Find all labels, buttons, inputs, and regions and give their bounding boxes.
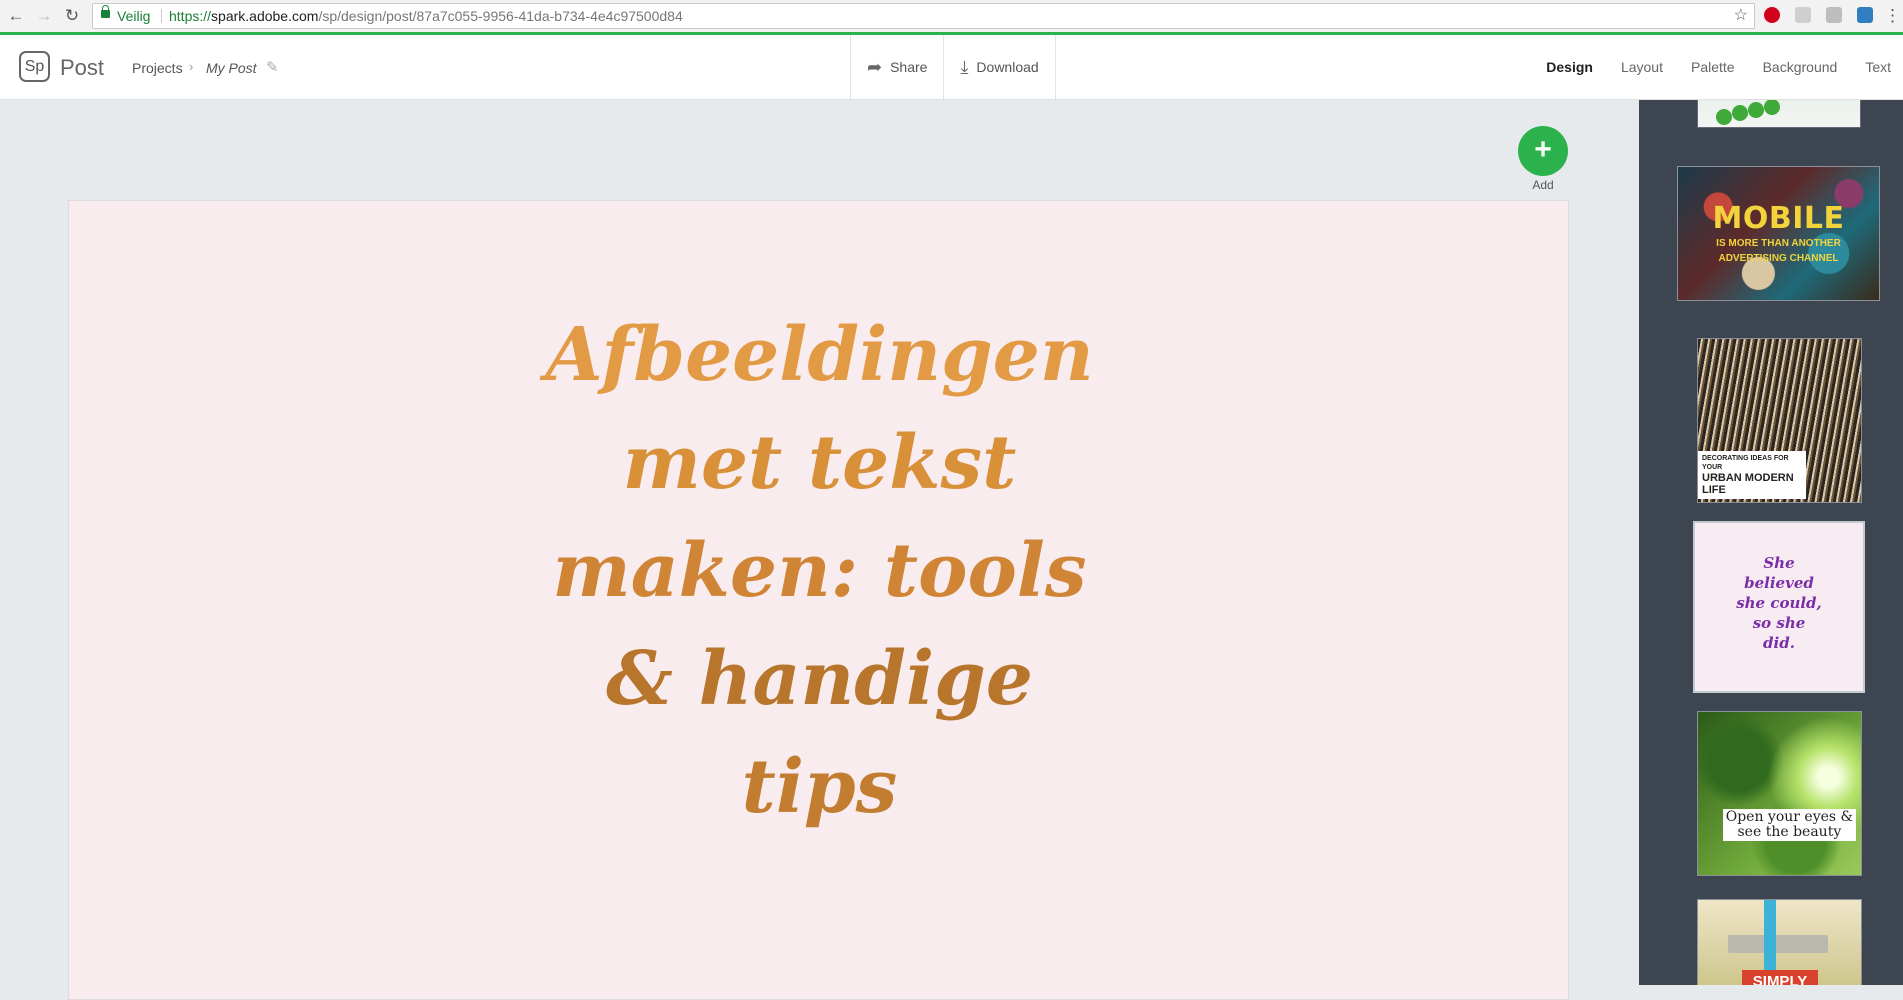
template-caption: Open your eyes & see the beauty — [1722, 809, 1856, 841]
template-title: MOBILE — [1712, 201, 1845, 236]
template-line: did. — [1763, 634, 1795, 652]
template-thumbnail-urban[interactable]: DECORATING IDEAS FOR YOUR URBAN MODERN L… — [1697, 338, 1862, 503]
download-label: Download — [976, 59, 1039, 75]
headline-line: met tekst — [622, 420, 1017, 506]
template-line: She — [1763, 554, 1795, 572]
address-separator — [161, 9, 162, 23]
extension-icon[interactable] — [1857, 7, 1873, 23]
product-name: Post — [60, 55, 105, 80]
chevron-right-icon: › — [189, 59, 194, 74]
headline-line: Afbeeldingen — [545, 312, 1094, 398]
document-title[interactable]: My Post — [206, 60, 257, 76]
tab-background[interactable]: Background — [1763, 59, 1838, 75]
design-tabs: Design Layout Palette Background Text — [1518, 35, 1903, 99]
template-thumbnail-quote-selected[interactable]: She believed she could, so she did. — [1693, 521, 1865, 693]
template-line: she could, — [1736, 594, 1822, 612]
tab-palette[interactable]: Palette — [1691, 59, 1735, 75]
breadcrumb-projects[interactable]: Projects — [132, 60, 183, 76]
template-line: DECORATING IDEAS FOR YOUR — [1702, 455, 1789, 471]
lock-icon — [101, 5, 110, 18]
template-line: believed — [1744, 574, 1814, 592]
template-line: ADVERTISING CHANNEL — [1718, 253, 1839, 264]
template-line: so she — [1752, 614, 1806, 632]
template-line: IS MORE THAN ANOTHER — [1716, 238, 1841, 249]
share-button[interactable]: ➦ Share — [850, 35, 943, 99]
download-icon: ⤓ — [960, 56, 969, 77]
template-caption: DECORATING IDEAS FOR YOUR URBAN MODERN L… — [1698, 451, 1806, 499]
headline-line: & handige — [606, 636, 1033, 722]
app-header: Sp Post Projects › My Post ✎ ➦ Share ⤓ D… — [0, 35, 1903, 100]
reload-icon[interactable]: ↻ — [62, 6, 82, 26]
url-text: https://spark.adobe.com/sp/design/post/8… — [169, 8, 683, 24]
extension-icon[interactable] — [1795, 7, 1811, 23]
back-arrow-icon[interactable]: ← — [6, 6, 26, 26]
forward-arrow-icon[interactable]: → — [34, 6, 54, 26]
spark-logo[interactable]: Sp — [19, 51, 50, 82]
bead-decoration — [1764, 100, 1780, 115]
template-thumbnail-jar[interactable]: SIMPLY — [1697, 899, 1862, 985]
share-icon: ➦ — [867, 56, 883, 77]
bead-decoration — [1732, 105, 1748, 121]
template-line: Open your eyes & — [1725, 809, 1853, 825]
template-line: see the beauty — [1737, 824, 1842, 840]
template-sidebar[interactable]: MOBILE IS MORE THAN ANOTHER ADVERTISING … — [1639, 100, 1903, 985]
bead-decoration — [1748, 102, 1764, 118]
share-label: Share — [890, 59, 928, 75]
jar-lid-decoration — [1728, 935, 1828, 953]
tab-text[interactable]: Text — [1865, 59, 1891, 75]
star-icon[interactable]: ☆ — [1734, 4, 1748, 28]
template-line: SIMPLY — [1742, 970, 1818, 985]
download-button[interactable]: ⤓ Download — [943, 35, 1056, 99]
browser-toolbar: ← → ↻ Veilig https://spark.adobe.com/sp/… — [0, 0, 1903, 35]
template-line: URBAN MODERN LIFE — [1702, 472, 1794, 496]
pinterest-icon[interactable] — [1764, 7, 1780, 23]
header-actions: ➦ Share ⤓ Download — [850, 35, 1056, 99]
extension-icon[interactable] — [1826, 7, 1842, 23]
security-label: Veilig — [117, 8, 151, 24]
menu-dots-icon[interactable]: ⋮ — [1884, 6, 1901, 26]
headline-line: tips — [741, 744, 898, 830]
straw-decoration — [1764, 900, 1776, 970]
template-thumbnail-eyes[interactable]: Open your eyes & see the beauty — [1697, 711, 1862, 876]
tab-design[interactable]: Design — [1546, 59, 1593, 75]
tab-layout[interactable]: Layout — [1621, 59, 1663, 75]
bead-decoration — [1716, 109, 1732, 125]
template-thumbnail-green-beads[interactable] — [1697, 100, 1861, 128]
plus-icon: + — [1534, 133, 1552, 166]
add-label: Add — [1532, 178, 1554, 192]
post-artboard[interactable]: Afbeeldingen met tekst maken: tools & ha… — [68, 200, 1569, 1000]
headline-line: maken: tools — [552, 528, 1087, 614]
headline-text[interactable]: Afbeeldingen met tekst maken: tools & ha… — [69, 301, 1570, 841]
template-thumbnail-mobile[interactable]: MOBILE IS MORE THAN ANOTHER ADVERTISING … — [1677, 166, 1880, 301]
add-button[interactable]: + — [1518, 126, 1568, 176]
pencil-icon[interactable]: ✎ — [266, 58, 279, 76]
address-bar[interactable]: Veilig https://spark.adobe.com/sp/design… — [92, 3, 1755, 29]
